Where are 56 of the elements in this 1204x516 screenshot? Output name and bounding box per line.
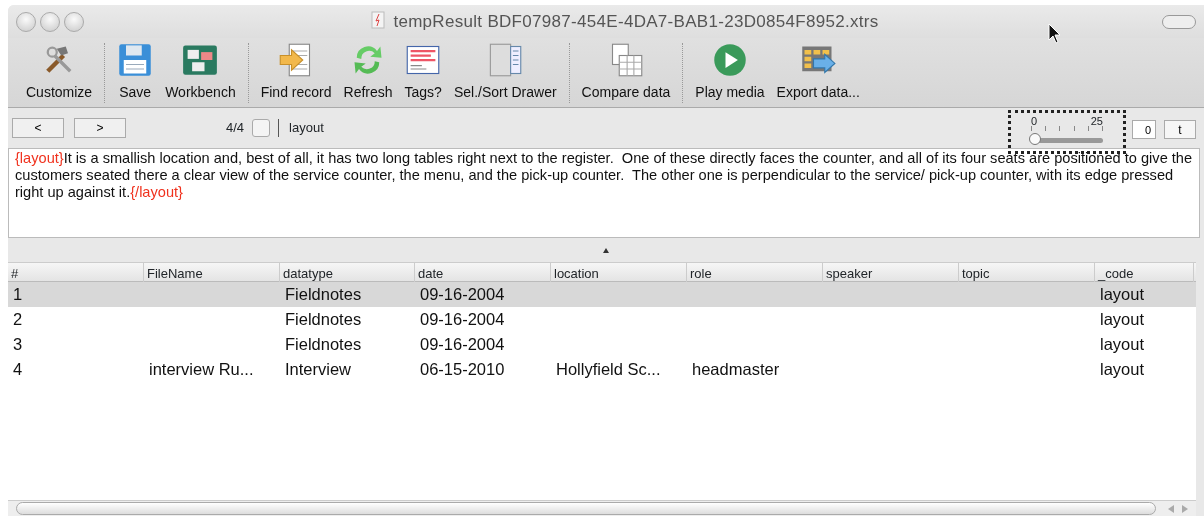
- toolbar-button[interactable]: Find record: [256, 42, 336, 103]
- document-icon: [371, 10, 386, 29]
- table-row[interactable]: 3 Fieldnotes 09-16-2004 layout: [8, 332, 1196, 357]
- toolbar-button[interactable]: Sel./Sort Drawer: [449, 42, 561, 103]
- table-cell-text: Fieldnotes: [284, 334, 363, 356]
- minimize-window-button[interactable]: [40, 11, 60, 32]
- table-cell-text: 4: [12, 359, 24, 381]
- text-view[interactable]: [8, 148, 1200, 238]
- table-cell-text: 3: [12, 334, 24, 356]
- splitter-handle-icon[interactable]: [603, 247, 609, 253]
- table-cell-text: layout: [1099, 334, 1146, 356]
- table-row[interactable]: 1 Fieldnotes 09-16-2004 layout: [8, 282, 1196, 307]
- play-icon: [711, 42, 748, 78]
- table-cell-text: 09-16-2004: [419, 284, 506, 306]
- checkbox[interactable]: [252, 119, 271, 137]
- record-position: 4/4: [226, 119, 245, 138]
- table-cell-text: 06-15-2010: [419, 359, 506, 381]
- table-cell-text: interview Ru...: [148, 359, 255, 381]
- table-cell-text: layout: [1099, 284, 1146, 306]
- board-icon: [182, 42, 219, 78]
- table-cell-text: Fieldnotes: [284, 309, 363, 331]
- table-cell-text: 2: [12, 309, 24, 331]
- table-cell-text: layout: [1099, 359, 1146, 381]
- toolbar-button[interactable]: Play media: [691, 42, 769, 103]
- mouse-pointer-icon: [1048, 23, 1062, 45]
- code-label: layout: [289, 119, 324, 138]
- value-field[interactable]: 0: [1132, 120, 1156, 139]
- slider-thumb[interactable]: [1029, 132, 1041, 145]
- table-row[interactable]: 2 Fieldnotes 09-16-2004 layout: [8, 307, 1196, 332]
- toolbar-button[interactable]: Refresh: [339, 42, 397, 103]
- horizontal-scrollbar[interactable]: [8, 500, 1196, 516]
- zoom-window-button[interactable]: [64, 11, 84, 32]
- table-cell-text: Hollyfield Sc...: [555, 359, 662, 381]
- slider-min-label: 0: [1031, 114, 1038, 129]
- table-row[interactable]: 4 interview Ru... Interview 06-15-2010 Hollyfield Sc... headmaster layout: [8, 357, 1196, 382]
- next-button[interactable]: >: [74, 118, 126, 138]
- table-cell-text: 09-16-2004: [419, 334, 506, 356]
- toolbar-toggle-button[interactable]: [1162, 14, 1196, 29]
- drawer-panel-icon: [487, 42, 524, 78]
- toolbar-button[interactable]: Save: [113, 42, 158, 103]
- close-window-button[interactable]: [16, 11, 36, 32]
- table-cell-text: 09-16-2004: [419, 309, 506, 331]
- window-title: tempResult BDF07987-454E-4DA7-BAB1-23D0854F8952.xtrs: [393, 11, 879, 31]
- table-cell-text: Fieldnotes: [284, 284, 363, 306]
- toolbar-button[interactable]: Workbench: [161, 42, 240, 103]
- toolbar-button[interactable]: Compare data: [577, 42, 675, 103]
- t-button[interactable]: t: [1164, 120, 1196, 139]
- toolbar-button[interactable]: Tags?: [400, 42, 446, 103]
- slider-max-label: 25: [1090, 114, 1103, 129]
- toolbar-button[interactable]: Export data...: [772, 42, 864, 103]
- toolbar-button[interactable]: Customize: [22, 42, 97, 103]
- table-cell-text: 1: [12, 284, 24, 306]
- table-cell-text: Interview: [284, 359, 353, 381]
- previous-button[interactable]: <: [12, 118, 64, 138]
- table-cell-text: layout: [1099, 309, 1146, 331]
- table-cell-text: headmaster: [691, 359, 781, 381]
